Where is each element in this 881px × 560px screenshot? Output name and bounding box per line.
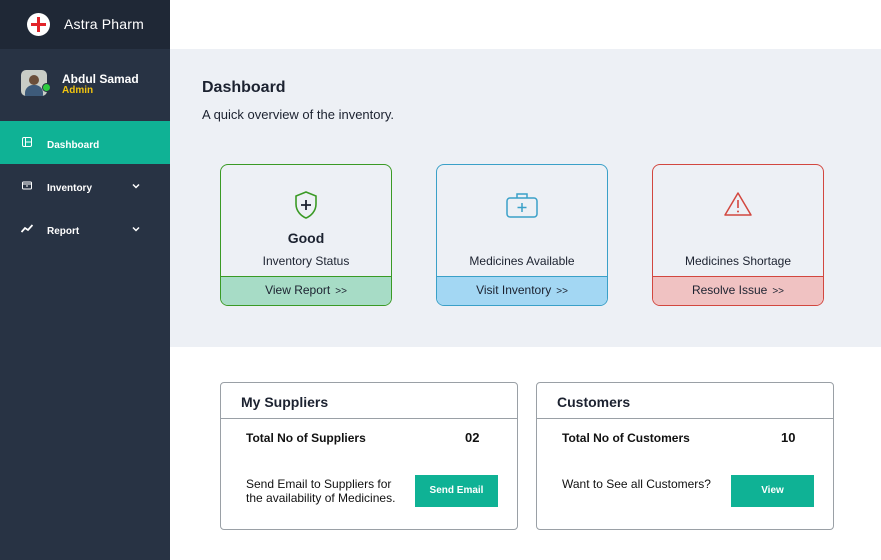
panel-title: Customers [557,394,631,410]
button-label: Visit Inventory [476,283,552,297]
inventory-icon [22,181,32,190]
chart-line-icon [21,224,33,233]
card-value: Good [287,230,325,246]
sidebar: Astra Pharm Abdul Samad Admin Dashboard [0,0,170,560]
icon-wrap [437,190,607,225]
sidebar-item-label: Dashboard [47,140,100,151]
total-customers-label: Total No of Customers [562,431,690,445]
total-suppliers-value: 02 [465,430,480,445]
medicines-available-card: Medicines Available Visit Inventory >> [436,164,608,306]
panel-header: My Suppliers [221,383,517,419]
sidebar-item-report[interactable]: Report [0,207,170,250]
brand-header[interactable]: Astra Pharm [0,0,170,49]
sidebar-item-inventory[interactable]: Inventory [0,164,170,207]
visit-inventory-button[interactable]: Visit Inventory >> [437,276,607,305]
total-customers-value: 10 [781,430,796,445]
panel-title: My Suppliers [241,394,329,410]
chevron-down-icon [132,183,140,189]
medicines-shortage-card: Medicines Shortage Resolve Issue >> [652,164,824,306]
card-label: Medicines Available [469,254,575,268]
sidebar-item-label: Report [47,226,80,237]
user-role: Admin [62,85,94,96]
card-label: Medicines Shortage [684,254,792,268]
icon-wrap [653,190,823,223]
send-email-button[interactable]: Send Email [415,475,498,507]
double-chevron-right-icon: >> [335,286,347,297]
shield-plus-icon [295,191,317,219]
suppliers-email-text: Send Email to Suppliers for the availabi… [246,477,395,505]
online-status-icon [42,83,51,92]
panel-header: Customers [537,383,833,419]
page-subtitle: A quick overview of the inventory. [202,107,394,122]
view-report-button[interactable]: View Report >> [221,276,391,305]
dashboard-icon [22,137,32,147]
chevron-down-icon [132,226,140,232]
customers-panel: Customers Total No of Customers 10 Want … [536,382,834,530]
resolve-issue-button[interactable]: Resolve Issue >> [653,276,823,305]
customers-view-text: Want to See all Customers? [562,477,711,491]
view-customers-button[interactable]: View [731,475,814,507]
page-title: Dashboard [202,79,286,96]
inventory-status-card: Good Inventory Status View Report >> [220,164,392,306]
app-name: Astra Pharm [64,16,144,32]
sidebar-item-dashboard[interactable]: Dashboard [0,121,170,164]
user-name: Abdul Samad [62,72,139,86]
button-label: Resolve Issue [691,283,768,297]
sidebar-item-label: Inventory [47,183,93,194]
medical-kit-icon [506,193,538,218]
double-chevron-right-icon: >> [772,286,785,297]
text-line: the availability of Medicines. [246,491,396,505]
total-suppliers-label: Total No of Suppliers [246,431,366,445]
card-label: Inventory Status [262,254,350,268]
double-chevron-right-icon: >> [556,286,568,297]
red-cross-icon [27,13,50,36]
icon-wrap [221,190,391,225]
user-profile[interactable]: Abdul Samad Admin [0,62,170,106]
warning-icon [724,192,752,216]
suppliers-panel: My Suppliers Total No of Suppliers 02 Se… [220,382,518,530]
avatar-body [25,85,43,96]
button-label: View Report [265,283,331,297]
avatar-head [29,75,39,85]
app-root: Astra Pharm Abdul Samad Admin Dashboard [0,0,881,560]
text-line: Send Email to Suppliers for [246,477,392,491]
dashboard-overview: Dashboard A quick overview of the invent… [170,49,881,347]
